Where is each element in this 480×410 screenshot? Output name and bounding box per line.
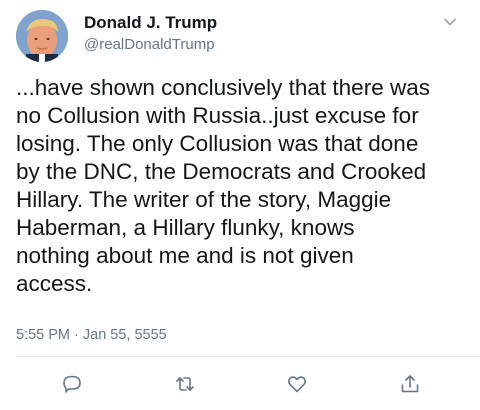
retweet-icon[interactable] [173,372,197,396]
tweet-timestamp[interactable]: 5:55 PM · Jan 55, 5555 [16,327,167,343]
tweet-text: ...have shown conclusively that there wa… [16,75,430,296]
tweet-header: Donald J. Trump @realDonaldTrump [16,10,466,64]
author-handle[interactable]: @realDonaldTrump [84,36,215,53]
avatar[interactable] [16,10,68,62]
heart-icon[interactable] [285,372,309,396]
chevron-down-icon[interactable] [442,14,458,30]
author-name[interactable]: Donald J. Trump [84,13,217,33]
share-icon[interactable] [398,372,422,396]
reply-icon[interactable] [60,372,84,396]
tweet-card: Donald J. Trump @realDonaldTrump ...have… [0,0,480,410]
divider [16,356,480,357]
tweet-actions [0,370,480,398]
